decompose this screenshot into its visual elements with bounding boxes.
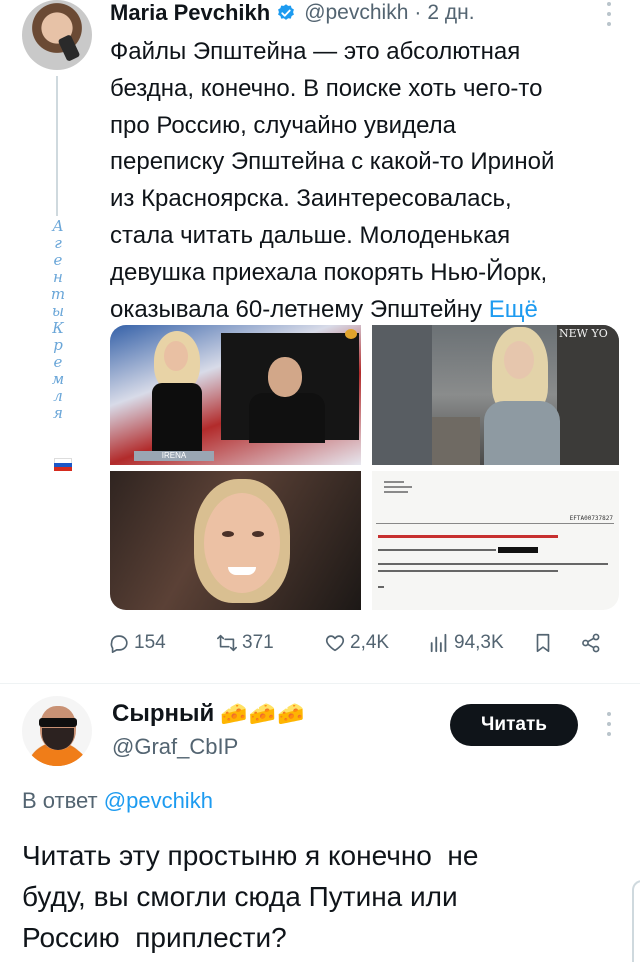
building-left (372, 325, 432, 465)
doc-text-line (378, 586, 384, 588)
tweet-text-last: оказывала 60-летнему Эпштейну (110, 295, 483, 323)
photo-caption: IRENA (134, 451, 214, 461)
more-options-icon[interactable] (602, 712, 616, 736)
views-count: 94,3K (454, 632, 504, 653)
follow-button[interactable]: Читать (450, 704, 578, 746)
bio-letter: е (53, 353, 63, 371)
bio-letter: я (53, 404, 63, 422)
butterfly-icon (345, 329, 357, 339)
doc-redaction (498, 547, 538, 553)
bio-letter: А (52, 217, 64, 235)
share-button[interactable] (580, 626, 606, 660)
tweet-text-line: девушка приехала покорять Нью-Йорк, (110, 258, 548, 286)
tweet-text-line: бездна, конечно. В поиске хоть чего-то (110, 74, 543, 102)
reply-button[interactable]: 154 (108, 626, 166, 660)
woman-figure (482, 327, 562, 465)
reply-author-avatar[interactable] (22, 696, 92, 766)
reply-text: Читать эту простыню я конечно не буду, в… (22, 836, 582, 958)
media-photo-3[interactable] (110, 471, 361, 610)
store-sign: NEW YO (559, 327, 608, 340)
share-icon (582, 633, 600, 653)
doc-id: EFTA00737827 (569, 515, 613, 522)
face (204, 493, 280, 593)
tweet-actions: 154 371 2,4K 94,3K (108, 626, 608, 660)
street (432, 417, 480, 465)
repost-icon (217, 634, 237, 652)
author-avatar[interactable] (22, 0, 92, 70)
doc-text-line (378, 549, 496, 551)
bio-letter: т (50, 285, 66, 303)
cheese-emoji-icon: 🧀🧀🧀 (220, 701, 306, 726)
separator-dot: · (414, 1, 422, 24)
heart-icon (325, 635, 345, 652)
speaker-figure (249, 393, 325, 443)
tweet-text-line: про Россию, случайно увидела (110, 111, 456, 139)
tweet-text-line: из Красноярска. Заинтересовалась, (110, 185, 512, 213)
repost-button[interactable]: 371 (216, 626, 274, 660)
like-count: 2,4K (350, 632, 390, 653)
bio-letter: м (51, 370, 65, 388)
tweet-divider (0, 683, 640, 684)
reply-author-handle[interactable]: @Graf_CbIP (112, 734, 238, 760)
like-button[interactable]: 2,4K (324, 626, 389, 660)
doc-text-line (378, 570, 558, 572)
media-photo-4-document[interactable]: EFTA00737827 (372, 471, 619, 610)
reply-text-line: Читать эту простыню я конечно не (22, 840, 479, 871)
in-reply-prefix: В ответ (22, 788, 98, 813)
doc-rule (376, 523, 614, 524)
vertical-bio-text: А г е н т ы К р е м л я (50, 218, 66, 422)
views-button[interactable]: 94,3K (428, 626, 504, 660)
reply-text-line: буду, вы смогли сюда Путина или (22, 880, 458, 912)
tweet-text: Файлы Эпштейна — это абсолютная бездна, … (110, 34, 615, 328)
tweet-text-line: Файлы Эпштейна — это абсолютная (110, 38, 521, 65)
tweet-timestamp[interactable]: 2 дн. (427, 1, 474, 25)
verified-badge-icon (278, 4, 295, 20)
bio-letter: г (54, 234, 62, 252)
microphone-shape (57, 34, 81, 62)
author-name[interactable]: Maria Pevchikh (110, 0, 270, 26)
woman-figure (144, 331, 214, 461)
media-photo-1[interactable]: IRENA (110, 325, 361, 465)
media-photo-2[interactable]: NEW YO (372, 325, 619, 465)
tweet-text-line: стала читать дальше. Молоденькая (110, 221, 511, 249)
bio-letter: н (53, 268, 63, 286)
thread-line (56, 76, 58, 216)
bio-letter: л (53, 387, 63, 405)
tweet-text-line: переписку Эпштейна с какой-то Ириной (110, 148, 555, 176)
sunglasses-icon (39, 718, 77, 727)
smile (228, 567, 256, 575)
scrollbar-edge[interactable] (632, 880, 640, 962)
reply-author-row: Сырный 🧀🧀🧀 (112, 700, 305, 728)
analytics-icon (430, 633, 447, 653)
tweet-header: Maria Pevchikh @pevchikh · 2 дн. (110, 0, 475, 26)
tweet-text-line: оказывала 60-летнему Эпштейну Ещё (110, 292, 615, 329)
doc-subject-line (378, 535, 558, 538)
bio-letter: р (53, 336, 63, 354)
speaker-face (268, 357, 302, 397)
building-right (557, 325, 619, 465)
reply-icon (110, 635, 128, 653)
doc-header-lines (384, 481, 412, 496)
bio-letter: ы (51, 302, 65, 320)
bookmark-button[interactable] (532, 626, 558, 660)
bio-letter: е (53, 251, 63, 269)
bookmark-icon (536, 633, 550, 653)
reply-count: 154 (134, 632, 166, 653)
bio-letter: К (52, 319, 64, 337)
avatar-jacket (28, 748, 88, 766)
in-reply-to: В ответ @pevchikh (22, 788, 213, 814)
doc-text-line (378, 563, 608, 565)
media-grid: IRENA NEW YO EFTA00737827 (110, 325, 619, 610)
tv-screen (221, 333, 359, 443)
more-options-icon[interactable] (602, 2, 616, 26)
repost-count: 371 (242, 632, 274, 653)
russia-flag-icon (54, 458, 72, 471)
reply-text-line: Россию приплести? (22, 921, 287, 953)
author-handle[interactable]: @pevchikh (304, 1, 408, 25)
reply-author-name[interactable]: Сырный (112, 700, 214, 728)
show-more-link[interactable]: Ещё (489, 296, 538, 323)
in-reply-mention[interactable]: @pevchikh (104, 788, 213, 813)
